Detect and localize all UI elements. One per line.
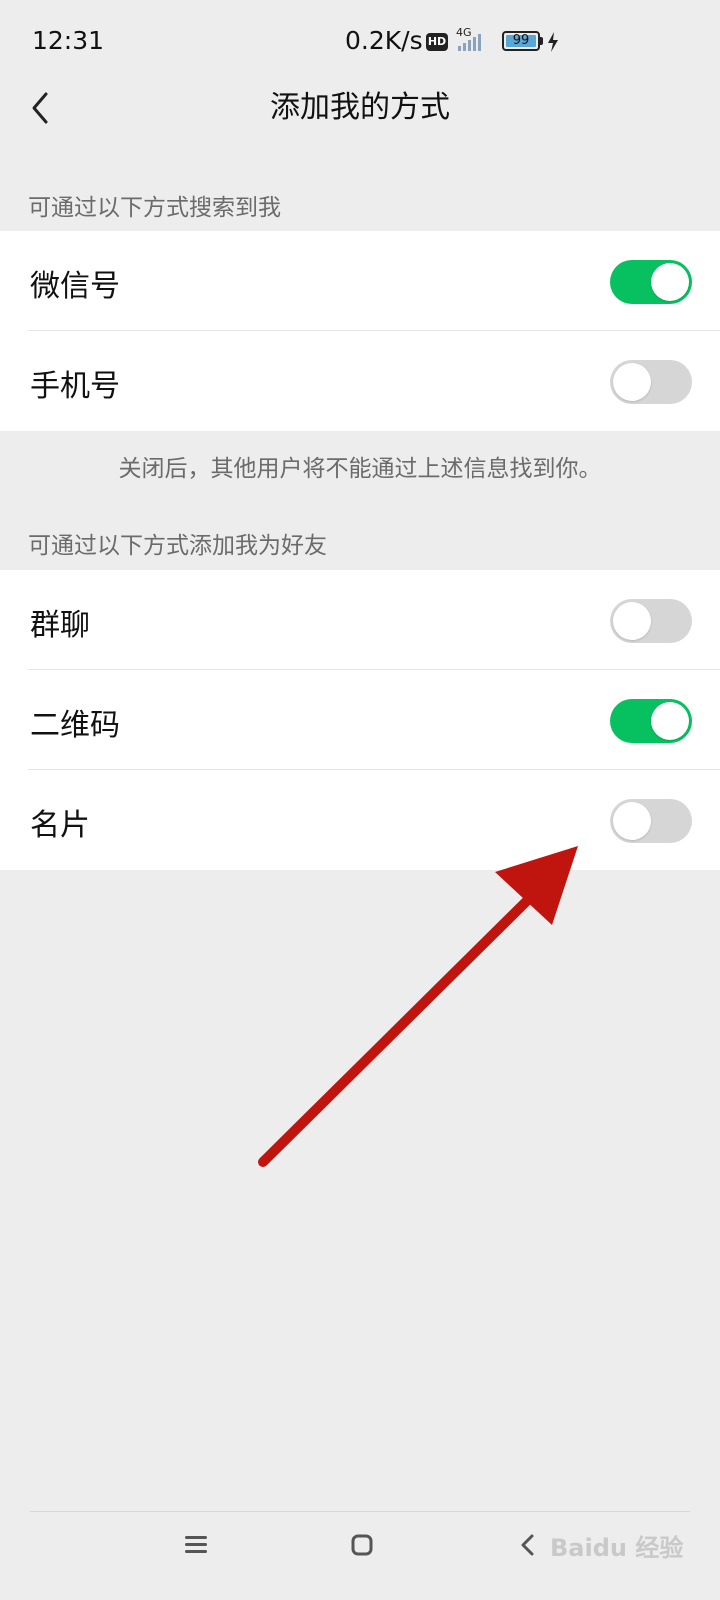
watermark: Baidu 经验 (550, 1534, 684, 1562)
back-icon[interactable] (518, 1533, 536, 1557)
annotation-arrow-icon (258, 846, 578, 1167)
menu-icon[interactable] (184, 1533, 208, 1555)
home-icon[interactable] (350, 1533, 374, 1557)
bottom-divider (30, 1511, 690, 1512)
